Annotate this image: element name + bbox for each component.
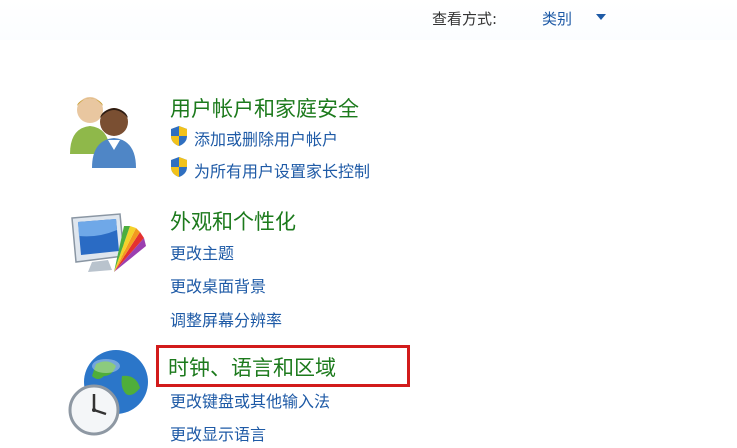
view-by-dropdown[interactable]: 类别: [542, 8, 572, 29]
link-change-theme[interactable]: 更改主题: [170, 240, 234, 264]
link-change-display-language[interactable]: 更改显示语言: [170, 421, 266, 445]
link-change-desktop-background[interactable]: 更改桌面背景: [170, 273, 266, 297]
clock-globe-icon: [68, 350, 148, 436]
view-by-label: 查看方式:: [432, 10, 498, 28]
chevron-down-icon[interactable]: [596, 14, 606, 20]
category-title-clock-language-region[interactable]: 时钟、语言和区域: [168, 352, 336, 382]
link-add-remove-accounts[interactable]: 添加或删除用户帐户: [194, 126, 338, 150]
users-icon: [70, 97, 136, 168]
category-title-appearance[interactable]: 外观和个性化: [170, 206, 296, 236]
link-parental-controls[interactable]: 为所有用户设置家长控制: [194, 158, 370, 182]
uac-shield-icon: [171, 157, 187, 177]
category-title-user-accounts[interactable]: 用户帐户和家庭安全: [170, 93, 359, 123]
link-adjust-screen-resolution[interactable]: 调整屏幕分辨率: [170, 307, 282, 331]
link-change-keyboard-input[interactable]: 更改键盘或其他输入法: [170, 388, 330, 412]
top-bar: 查看方式: 类别: [0, 0, 737, 40]
appearance-icon: [71, 213, 146, 272]
uac-shield-icon: [171, 126, 187, 146]
